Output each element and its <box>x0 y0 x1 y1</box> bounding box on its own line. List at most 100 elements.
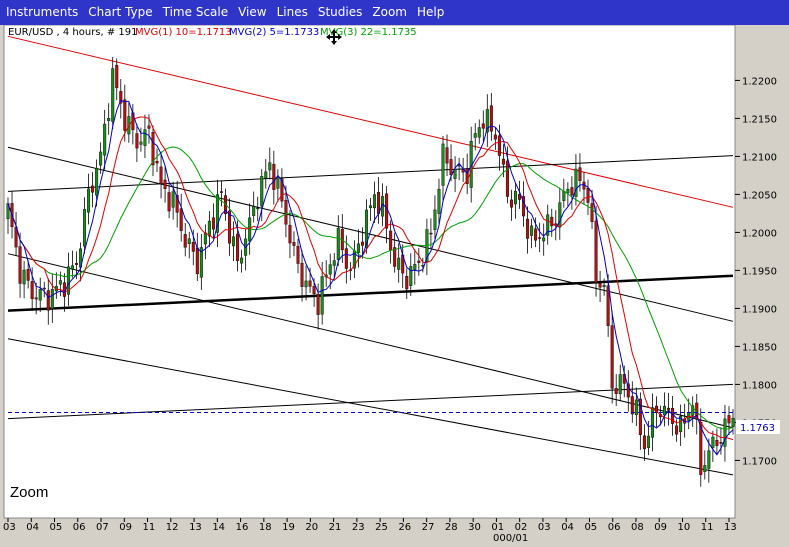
candle-up <box>83 209 87 247</box>
candle-down <box>42 287 46 290</box>
candle-down <box>586 187 590 203</box>
candle-up <box>542 237 546 242</box>
candle-up <box>264 171 268 179</box>
candle-up <box>107 117 111 121</box>
candle-down <box>308 280 312 287</box>
y-tick-label: 1.1950 <box>742 266 777 277</box>
x-tick-label: 05 <box>50 522 63 533</box>
candle-down <box>155 160 159 164</box>
candle-up <box>260 176 264 207</box>
candle-up <box>87 188 91 213</box>
x-tick-label: 21 <box>329 522 342 533</box>
candle-down <box>284 199 288 225</box>
candle-down <box>135 133 139 149</box>
candle-down <box>236 233 240 261</box>
y-tick-label: 1.2000 <box>742 228 777 239</box>
candle-up <box>187 238 191 244</box>
candle-down <box>449 159 453 176</box>
candle-up <box>731 417 735 427</box>
menu-help[interactable]: Help <box>412 0 449 25</box>
menu-lines[interactable]: Lines <box>272 0 313 25</box>
candle-up <box>207 220 211 237</box>
candle-down <box>429 232 433 235</box>
candle-down <box>727 415 731 424</box>
legend-mvg2: MVG(2) 5=1.1733 <box>229 27 319 38</box>
candle-down <box>501 158 505 165</box>
candle-down <box>74 263 78 265</box>
candle-down <box>405 276 409 290</box>
candle-up <box>441 143 445 186</box>
candle-up <box>514 190 518 205</box>
candle-down <box>526 218 530 239</box>
candle-down <box>195 247 199 275</box>
candle-up <box>707 450 711 469</box>
menu-chart-type[interactable]: Chart Type <box>83 0 157 25</box>
candle-up <box>304 280 308 288</box>
x-tick-label: 09 <box>654 522 667 533</box>
candle-down <box>167 192 171 212</box>
candle-up <box>356 243 360 253</box>
candle-up <box>103 123 107 156</box>
candle-up <box>320 276 324 315</box>
candle-down <box>26 269 30 281</box>
candle-down <box>630 396 634 415</box>
candle-down <box>91 185 95 193</box>
candle-up <box>646 435 650 448</box>
candle-down <box>123 99 127 131</box>
y-tick-label: 1.1700 <box>742 456 777 467</box>
menu-view[interactable]: View <box>233 0 271 25</box>
candle-up <box>634 399 638 416</box>
candle-up <box>397 257 401 270</box>
legend-instrument: EUR/USD , 4 hours, # 191 <box>8 27 138 38</box>
menu-instruments[interactable]: Instruments <box>0 0 83 25</box>
x-tick-label: 23 <box>352 522 365 533</box>
candle-down <box>598 283 602 288</box>
menu-time-scale[interactable]: Time Scale <box>158 0 233 25</box>
candle-up <box>433 209 437 230</box>
candle-down <box>667 407 671 411</box>
candle-down <box>272 163 276 190</box>
candle-down <box>147 125 151 129</box>
x-tick-label: 20 <box>305 522 318 533</box>
candle-down <box>534 228 538 241</box>
candle-up <box>473 133 477 138</box>
x-tick-label: 16 <box>236 522 249 533</box>
y-tick-label: 1.2050 <box>742 190 777 201</box>
x-tick-label: 25 <box>375 522 388 533</box>
candle-up <box>332 260 336 266</box>
x-tick-label: 04 <box>561 522 574 533</box>
candle-down <box>292 242 296 246</box>
candle-down <box>30 281 34 300</box>
candle-down <box>296 245 300 264</box>
candle-down <box>614 388 618 394</box>
candle-up <box>328 264 332 275</box>
candle-down <box>211 217 215 230</box>
candle-down <box>445 147 449 164</box>
candle-up <box>437 188 441 214</box>
candle-up <box>268 162 272 171</box>
candle-down <box>228 210 232 244</box>
candle-up <box>143 129 147 146</box>
candle-down <box>360 241 364 246</box>
candle-up <box>711 436 715 448</box>
candle-down <box>550 216 554 227</box>
candle-up <box>252 206 256 216</box>
legend-mvg1: MVG(1) 10=1.1713 <box>135 27 232 38</box>
candle-up <box>618 374 622 395</box>
price-chart[interactable]: 1.2200 1.2150 1.2100 1.2050 1.2000 1.1950 1.19… <box>0 25 789 547</box>
candle-up <box>336 227 340 260</box>
candle-up <box>530 225 534 236</box>
candle-up <box>22 269 26 285</box>
candle-down <box>538 237 542 239</box>
x-tick-label: 12 <box>166 522 179 533</box>
candle-down <box>675 425 679 435</box>
zoom-label[interactable]: Zoom <box>10 484 48 501</box>
x-tick-label: 05 <box>584 522 597 533</box>
candle-down <box>497 135 501 156</box>
menu-zoom[interactable]: Zoom <box>367 0 412 25</box>
candle-down <box>417 260 421 263</box>
candle-down <box>715 440 719 446</box>
menu-studies[interactable]: Studies <box>313 0 368 25</box>
candle-down <box>610 325 614 389</box>
candle-up <box>650 407 654 438</box>
